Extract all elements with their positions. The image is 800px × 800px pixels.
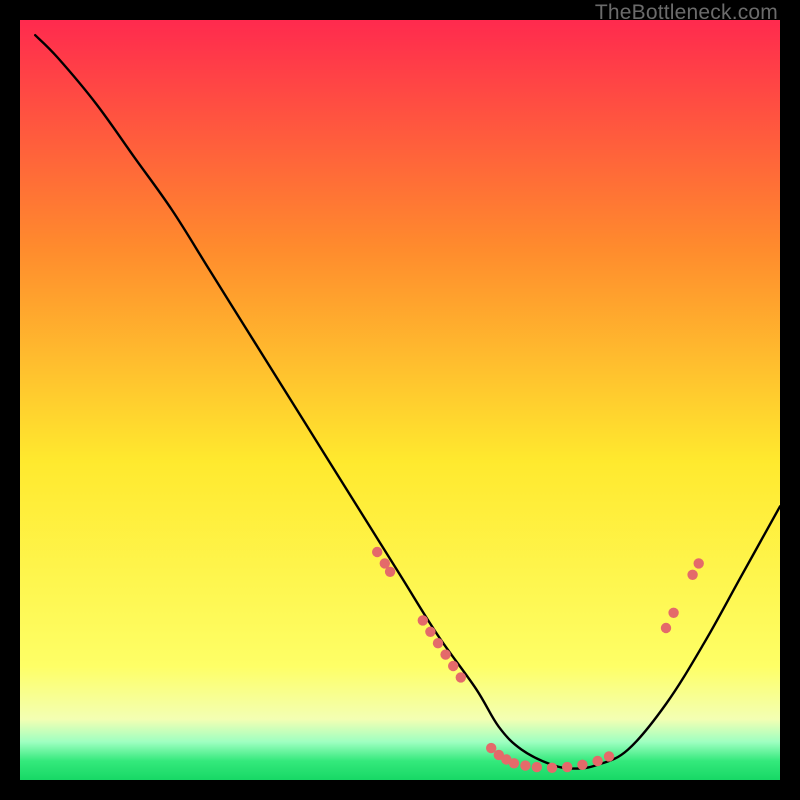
data-marker [385,567,395,577]
data-marker [562,762,572,772]
data-marker [448,661,458,671]
data-marker [418,615,428,625]
watermark-text: TheBottleneck.com [595,1,778,25]
data-marker [372,547,382,557]
data-marker [425,627,435,637]
data-marker [433,638,443,648]
data-marker [577,760,587,770]
data-marker [668,608,678,618]
data-marker [592,756,602,766]
data-marker [520,760,530,770]
data-marker [532,762,542,772]
data-marker [687,570,697,580]
data-marker [440,649,450,659]
data-marker [661,623,671,633]
plot-area [20,20,780,780]
data-marker [456,672,466,682]
chart-frame [20,20,780,780]
data-marker [604,751,614,761]
data-marker [547,763,557,773]
bottleneck-curve [35,35,780,768]
marker-layer [372,547,704,773]
data-marker [509,758,519,768]
data-marker [694,558,704,568]
chart-svg [20,20,780,780]
